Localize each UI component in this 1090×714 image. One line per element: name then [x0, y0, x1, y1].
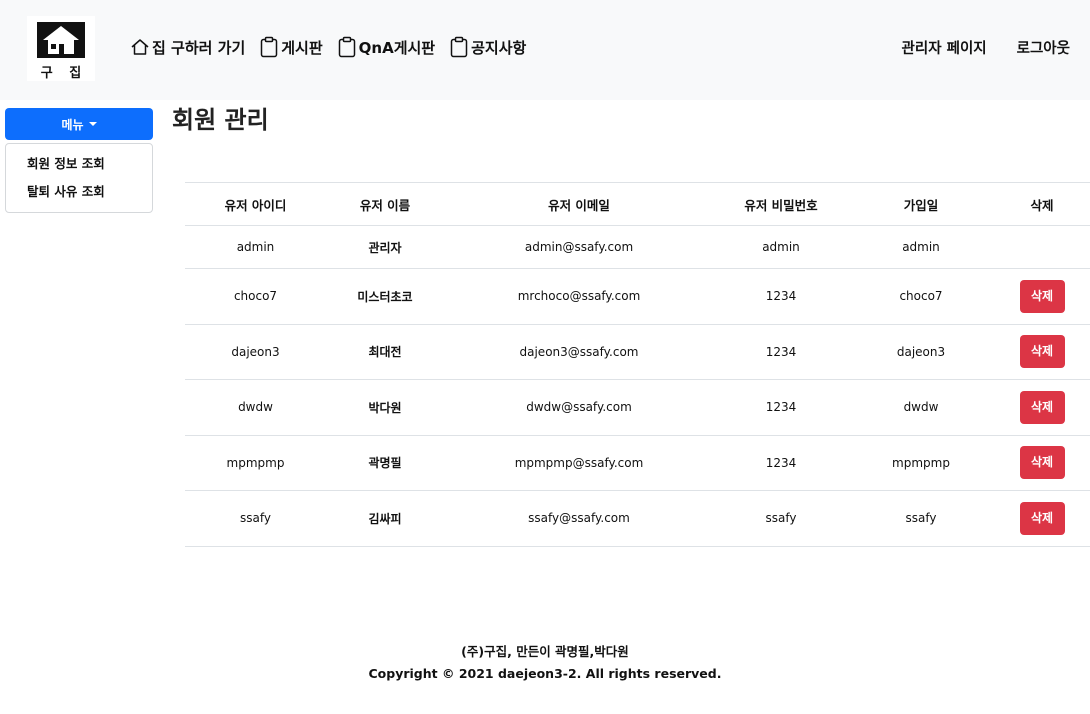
cell-user-password: ssafy — [714, 490, 848, 547]
top-navbar: 구 집 집 구하러 가기 게시판 QnA게시판 공지사항 관리자 페이지 로그아… — [0, 0, 1090, 100]
cell-user-email: ssafy@ssafy.com — [444, 490, 714, 547]
cell-user-name: 관리자 — [326, 225, 444, 269]
menu-dropdown-label: 메뉴 — [61, 117, 84, 132]
nav-qna-board[interactable]: QnA게시판 — [337, 36, 435, 58]
header-user-name: 유저 이름 — [326, 182, 444, 226]
cell-delete: 삭제 — [994, 379, 1090, 436]
menu-dropdown-button[interactable]: 메뉴 — [5, 108, 153, 140]
cell-joined: dajeon3 — [848, 324, 994, 380]
cell-user-name: 박다원 — [326, 379, 444, 436]
nav-left: 집 구하러 가기 게시판 QnA게시판 공지사항 — [130, 34, 540, 60]
cell-delete: 삭제 — [994, 324, 1090, 380]
cell-delete: 삭제 — [994, 490, 1090, 547]
cell-user-email: dajeon3@ssafy.com — [444, 324, 714, 380]
delete-button[interactable]: 삭제 — [1019, 279, 1065, 313]
nav-notice-label: 공지사항 — [471, 38, 527, 57]
nav-right: 관리자 페이지 로그아웃 — [872, 34, 1070, 60]
table-header-row: 유저 아이디 유저 이름 유저 이메일 유저 비밀번호 가입일 삭제 — [185, 182, 1090, 226]
table-row: dajeon3 최대전 dajeon3@ssafy.com 1234 dajeo… — [185, 324, 1090, 380]
table-row: dwdw 박다원 dwdw@ssafy.com 1234 dwdw 삭제 — [185, 379, 1090, 436]
delete-button[interactable]: 삭제 — [1019, 390, 1065, 424]
header-joined: 가입일 — [848, 182, 994, 226]
cell-user-password: 1234 — [714, 268, 848, 325]
table-row: mpmpmp 곽명필 mpmpmp@ssafy.com 1234 mpmpmp … — [185, 435, 1090, 491]
cell-user-email: dwdw@ssafy.com — [444, 379, 714, 436]
footer-company: (주)구집, 만든이 곽명필,박다원 — [461, 644, 629, 659]
delete-button[interactable]: 삭제 — [1019, 446, 1065, 480]
footer: (주)구집, 만든이 곽명필,박다원 Copyright © 2021 daej… — [0, 643, 1090, 683]
user-table: 유저 아이디 유저 이름 유저 이메일 유저 비밀번호 가입일 삭제 admin… — [185, 182, 1090, 547]
header-user-email: 유저 이메일 — [444, 182, 714, 226]
nav-notice[interactable]: 공지사항 — [449, 36, 526, 58]
cell-user-password: 1234 — [714, 435, 848, 491]
nav-admin-page[interactable]: 관리자 페이지 — [902, 37, 987, 58]
cell-delete-empty — [994, 225, 1090, 269]
menu-dropdown-list: 회원 정보 조회 탈퇴 사유 조회 — [5, 143, 153, 213]
cell-delete: 삭제 — [994, 435, 1090, 491]
house-logo-icon — [37, 22, 85, 58]
cell-joined: mpmpmp — [848, 435, 994, 491]
cell-user-name: 곽명필 — [326, 435, 444, 491]
menu-item-withdrawal-reasons[interactable]: 탈퇴 사유 조회 — [6, 182, 152, 210]
nav-house-search-label: 집 구하러 가기 — [152, 38, 246, 57]
delete-button[interactable]: 삭제 — [1019, 335, 1065, 369]
cell-joined: admin — [848, 225, 994, 269]
nav-logout[interactable]: 로그아웃 — [1017, 37, 1070, 58]
clipboard-icon — [337, 36, 357, 58]
caret-down-icon — [88, 122, 97, 126]
cell-user-id: ssafy — [185, 490, 326, 547]
cell-user-id: dwdw — [185, 379, 326, 436]
clipboard-icon — [449, 36, 469, 58]
cell-user-email: admin@ssafy.com — [444, 225, 714, 269]
cell-user-password: admin — [714, 225, 848, 269]
logo-text: 구 집 — [40, 66, 88, 81]
nav-board[interactable]: 게시판 — [259, 36, 323, 58]
table-row: admin 관리자 admin@ssafy.com admin admin — [185, 225, 1090, 269]
cell-user-password: 1234 — [714, 379, 848, 436]
cell-joined: ssafy — [848, 490, 994, 547]
cell-user-password: 1234 — [714, 324, 848, 380]
clipboard-icon — [259, 36, 279, 58]
footer-copyright: Copyright © 2021 daejeon3-2. All rights … — [368, 666, 722, 681]
cell-user-id: choco7 — [185, 268, 326, 325]
nav-qna-board-label: QnA게시판 — [358, 38, 436, 57]
house-icon — [130, 37, 150, 57]
cell-joined: dwdw — [848, 379, 994, 436]
cell-joined: choco7 — [848, 268, 994, 325]
cell-user-email: mrchoco@ssafy.com — [444, 268, 714, 325]
header-delete: 삭제 — [994, 182, 1090, 226]
cell-user-id: dajeon3 — [185, 324, 326, 380]
cell-user-email: mpmpmp@ssafy.com — [444, 435, 714, 491]
nav-house-search[interactable]: 집 구하러 가기 — [130, 37, 245, 58]
table-row: ssafy 김싸피 ssafy@ssafy.com ssafy ssafy 삭제 — [185, 490, 1090, 547]
table-row: choco7 미스터초코 mrchoco@ssafy.com 1234 choc… — [185, 268, 1090, 325]
delete-button[interactable]: 삭제 — [1019, 501, 1065, 535]
nav-board-label: 게시판 — [281, 38, 323, 57]
cell-user-name: 미스터초코 — [326, 268, 444, 325]
header-user-password: 유저 비밀번호 — [714, 182, 848, 226]
brand-logo[interactable]: 구 집 — [27, 16, 95, 81]
cell-user-id: mpmpmp — [185, 435, 326, 491]
menu-item-member-info[interactable]: 회원 정보 조회 — [6, 154, 152, 182]
cell-user-id: admin — [185, 225, 326, 269]
cell-user-name: 최대전 — [326, 324, 444, 380]
header-user-id: 유저 아이디 — [185, 182, 326, 226]
page-title: 회원 관리 — [172, 106, 269, 134]
cell-user-name: 김싸피 — [326, 490, 444, 547]
cell-delete: 삭제 — [994, 268, 1090, 325]
